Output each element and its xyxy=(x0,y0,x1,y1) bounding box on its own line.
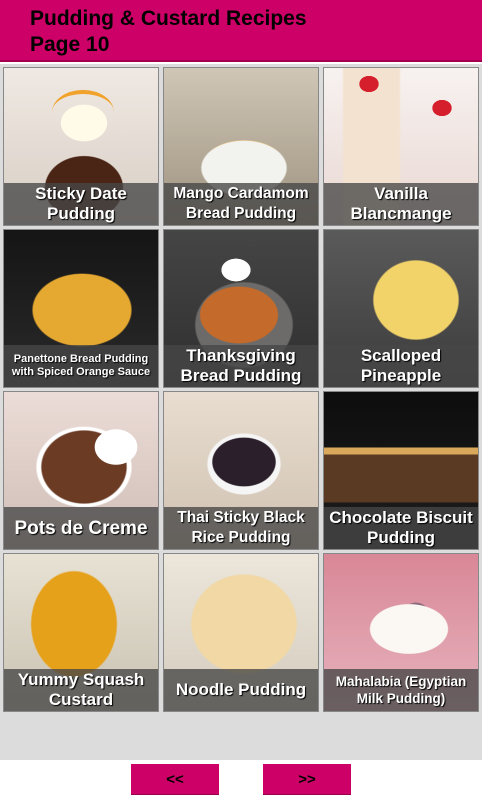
recipe-label: Mango Cardamom Bread Pudding xyxy=(164,183,318,225)
recipe-label: Scalloped Pineapple xyxy=(324,345,478,387)
app-header: Pudding & Custard Recipes Page 10 xyxy=(0,0,482,62)
recipe-label: Noodle Pudding xyxy=(164,669,318,711)
recipe-tile-panettone-bread-pudding[interactable]: Panettone Bread Pudding with Spiced Oran… xyxy=(3,229,159,388)
recipe-label: Vanilla Blancmange xyxy=(324,183,478,225)
recipe-tile-chocolate-biscuit-pudding[interactable]: Chocolate Biscuit Pudding xyxy=(323,391,479,550)
recipe-label: Sticky Date Pudding xyxy=(4,183,158,225)
page-number-label: Page 10 xyxy=(30,33,110,56)
recipe-tile-noodle-pudding[interactable]: Noodle Pudding xyxy=(163,553,319,712)
recipe-grid-container: Sticky Date Pudding Mango Cardamom Bread… xyxy=(0,64,482,760)
recipe-label: Yummy Squash Custard xyxy=(4,669,158,711)
recipe-label: Thai Sticky Black Rice Pudding xyxy=(164,507,318,549)
recipe-tile-yummy-squash-custard[interactable]: Yummy Squash Custard xyxy=(3,553,159,712)
previous-page-button[interactable]: << xyxy=(131,764,219,794)
recipe-label: Thanksgiving Bread Pudding xyxy=(164,345,318,387)
recipe-tile-vanilla-blancmange[interactable]: Vanilla Blancmange xyxy=(323,67,479,226)
recipe-tile-pots-de-creme[interactable]: Pots de Creme xyxy=(3,391,159,550)
recipe-tile-sticky-date-pudding[interactable]: Sticky Date Pudding xyxy=(3,67,159,226)
recipe-label: Pots de Creme xyxy=(4,507,158,549)
next-page-button[interactable]: >> xyxy=(263,764,351,794)
recipe-tile-thai-sticky-black-rice-pudding[interactable]: Thai Sticky Black Rice Pudding xyxy=(163,391,319,550)
recipe-label: Mahalabia (Egyptian Milk Pudding) xyxy=(324,669,478,711)
recipe-tile-scalloped-pineapple[interactable]: Scalloped Pineapple xyxy=(323,229,479,388)
page-title: Pudding & Custard Recipes xyxy=(30,7,307,30)
recipe-label: Panettone Bread Pudding with Spiced Oran… xyxy=(4,345,158,387)
pagination-bar: << >> xyxy=(0,760,482,800)
recipe-tile-mango-cardamom-bread-pudding[interactable]: Mango Cardamom Bread Pudding xyxy=(163,67,319,226)
recipe-label: Chocolate Biscuit Pudding xyxy=(324,507,478,549)
recipe-tile-mahalabia[interactable]: Mahalabia (Egyptian Milk Pudding) xyxy=(323,553,479,712)
recipe-grid: Sticky Date Pudding Mango Cardamom Bread… xyxy=(3,67,479,712)
recipe-tile-thanksgiving-bread-pudding[interactable]: Thanksgiving Bread Pudding xyxy=(163,229,319,388)
